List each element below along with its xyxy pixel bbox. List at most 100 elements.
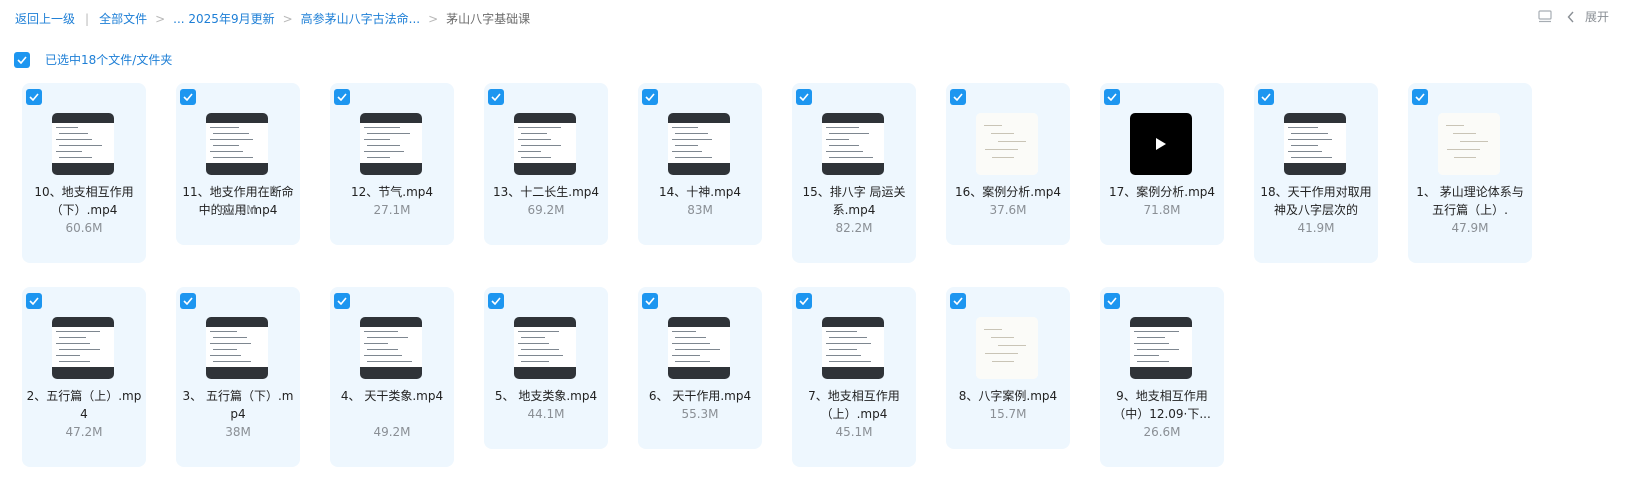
file-checkbox[interactable] <box>488 89 504 105</box>
file-card[interactable]: 8、八字案例.mp4 15.7M <box>946 287 1070 449</box>
video-thumbnail <box>1284 113 1346 175</box>
file-checkbox[interactable] <box>642 89 658 105</box>
thumbnail-detail <box>518 331 559 332</box>
file-card[interactable]: 4、 天干类象.mp4 49.2M <box>330 287 454 467</box>
file-name: 6、 天干作用.mp4 <box>648 389 752 403</box>
toolbar-right: 展开 <box>1537 8 1609 25</box>
video-thumbnail <box>668 113 730 175</box>
file-checkbox[interactable] <box>642 293 658 309</box>
file-card[interactable]: 12、节气.mp4 27.1M <box>330 83 454 245</box>
file-card[interactable]: 2、五行篇（上）.mp4 47.2M <box>22 287 146 467</box>
file-card[interactable]: 13、十二长生.mp4 69.2M <box>484 83 608 245</box>
thumbnail-detail <box>56 343 90 344</box>
video-thumbnail <box>360 113 422 175</box>
file-checkbox[interactable] <box>26 89 42 105</box>
file-name: 17、案例分析.mp4 <box>1108 185 1216 199</box>
file-checkbox[interactable] <box>334 293 350 309</box>
file-checkbox[interactable] <box>950 89 966 105</box>
file-checkbox[interactable] <box>1104 89 1120 105</box>
file-checkbox[interactable] <box>180 293 196 309</box>
file-card[interactable]: 16、案例分析.mp4 37.6M <box>946 83 1070 245</box>
thumbnail-detail <box>991 133 1014 134</box>
list-view-icon[interactable] <box>1537 9 1553 24</box>
file-card[interactable]: 10、地支相互作用（下）.mp4 60.6M <box>22 83 146 263</box>
thumbnail-detail <box>672 355 700 356</box>
thumbnail-detail <box>367 133 410 134</box>
file-card[interactable]: 15、排八字 局运关系.mp4 82.2M <box>792 83 916 263</box>
thumbnail-detail <box>364 331 398 332</box>
check-icon <box>1107 93 1117 101</box>
breadcrumb-divider: | <box>85 11 90 26</box>
thumbnail-detail <box>998 345 1026 346</box>
thumbnail-detail <box>675 133 708 134</box>
file-size: 30.2M <box>219 203 257 217</box>
thumbnail-detail <box>1454 157 1476 158</box>
file-card[interactable]: 17、案例分析.mp4 71.8M <box>1100 83 1224 245</box>
file-card[interactable]: 9、地支相互作用（中）12.09·下... 26.6M <box>1100 287 1224 467</box>
file-card[interactable]: 5、 地支类象.mp4 44.1M <box>484 287 608 449</box>
select-all-checkbox[interactable] <box>14 51 30 68</box>
thumbnail-detail <box>210 127 239 128</box>
file-checkbox[interactable] <box>1104 293 1120 309</box>
file-checkbox[interactable] <box>488 293 504 309</box>
file-name: 8、八字案例.mp4 <box>958 389 1058 403</box>
thumbnail-detail <box>829 361 871 362</box>
thumbnail-detail <box>672 343 710 344</box>
file-card[interactable]: 14、十神.mp4 83M <box>638 83 762 245</box>
file-checkbox[interactable] <box>180 89 196 105</box>
thumbnail-detail <box>213 361 251 362</box>
file-size: 60.6M <box>65 221 103 235</box>
file-card[interactable]: 7、地支相互作用（上）.mp4 45.1M <box>792 287 916 467</box>
file-card[interactable]: 1、 茅山理论体系与五行篇（上）. 47.9M <box>1408 83 1532 263</box>
thumbnail-detail <box>985 353 1018 354</box>
breadcrumb-item-all-files[interactable]: 全部文件 <box>99 10 147 27</box>
file-card[interactable]: 6、 天干作用.mp4 55.3M <box>638 287 762 449</box>
thumbnail-detail <box>56 331 100 332</box>
file-checkbox[interactable] <box>796 293 812 309</box>
file-size: 38M <box>225 425 251 439</box>
file-checkbox[interactable] <box>796 89 812 105</box>
thumbnail-detail <box>367 145 400 146</box>
thumbnail-detail <box>992 157 1014 158</box>
check-icon <box>337 93 347 101</box>
file-size: 82.2M <box>835 221 873 235</box>
breadcrumb-item-update[interactable]: ... 2025年9月更新 <box>173 10 274 27</box>
file-name: 7、地支相互作用（上）.mp4 <box>808 389 900 421</box>
file-card[interactable]: 11、地支作用在断命中的应用.mp4 30.2M <box>176 83 300 245</box>
back-link[interactable]: 返回上一级 <box>15 10 75 27</box>
expand-button[interactable]: 展开 <box>1567 8 1609 25</box>
thumbnail-detail <box>1291 157 1332 158</box>
check-icon <box>29 93 39 101</box>
check-icon <box>17 55 27 64</box>
file-checkbox[interactable] <box>334 89 350 105</box>
video-thumbnail <box>822 113 884 175</box>
thumbnail-detail <box>1447 149 1480 150</box>
thumbnail-detail <box>213 349 237 350</box>
file-card[interactable]: 3、 五行篇（下）.mp4 38M <box>176 287 300 467</box>
thumbnail-detail <box>518 355 563 356</box>
file-card[interactable]: 18、天干作用对取用神及八字层次的 41.9M <box>1254 83 1378 263</box>
thumbnail-detail <box>518 343 549 344</box>
check-icon <box>799 297 809 305</box>
file-checkbox[interactable] <box>950 293 966 309</box>
thumbnail-detail <box>518 139 551 140</box>
thumbnail-detail <box>210 343 251 344</box>
breadcrumb-separator: > <box>282 11 293 26</box>
thumbnail-detail <box>364 355 402 356</box>
breadcrumb-item-course[interactable]: 高参茅山八字古法命... <box>301 10 420 27</box>
file-checkbox[interactable] <box>1258 89 1274 105</box>
thumbnail-detail <box>991 337 1014 338</box>
file-checkbox[interactable] <box>1412 89 1428 105</box>
file-size: 47.2M <box>65 425 103 439</box>
check-icon <box>953 297 963 305</box>
thumbnail-detail <box>521 349 559 350</box>
selection-bar: 已选中18个文件/文件夹 <box>14 51 172 68</box>
video-thumbnail <box>206 317 268 379</box>
file-name: 5、 地支类象.mp4 <box>494 389 598 403</box>
video-thumbnail <box>1438 113 1500 175</box>
video-thumbnail <box>976 113 1038 175</box>
file-checkbox[interactable] <box>26 293 42 309</box>
check-icon <box>337 297 347 305</box>
file-size: 55.3M <box>681 407 719 421</box>
thumbnail-detail <box>213 133 249 134</box>
